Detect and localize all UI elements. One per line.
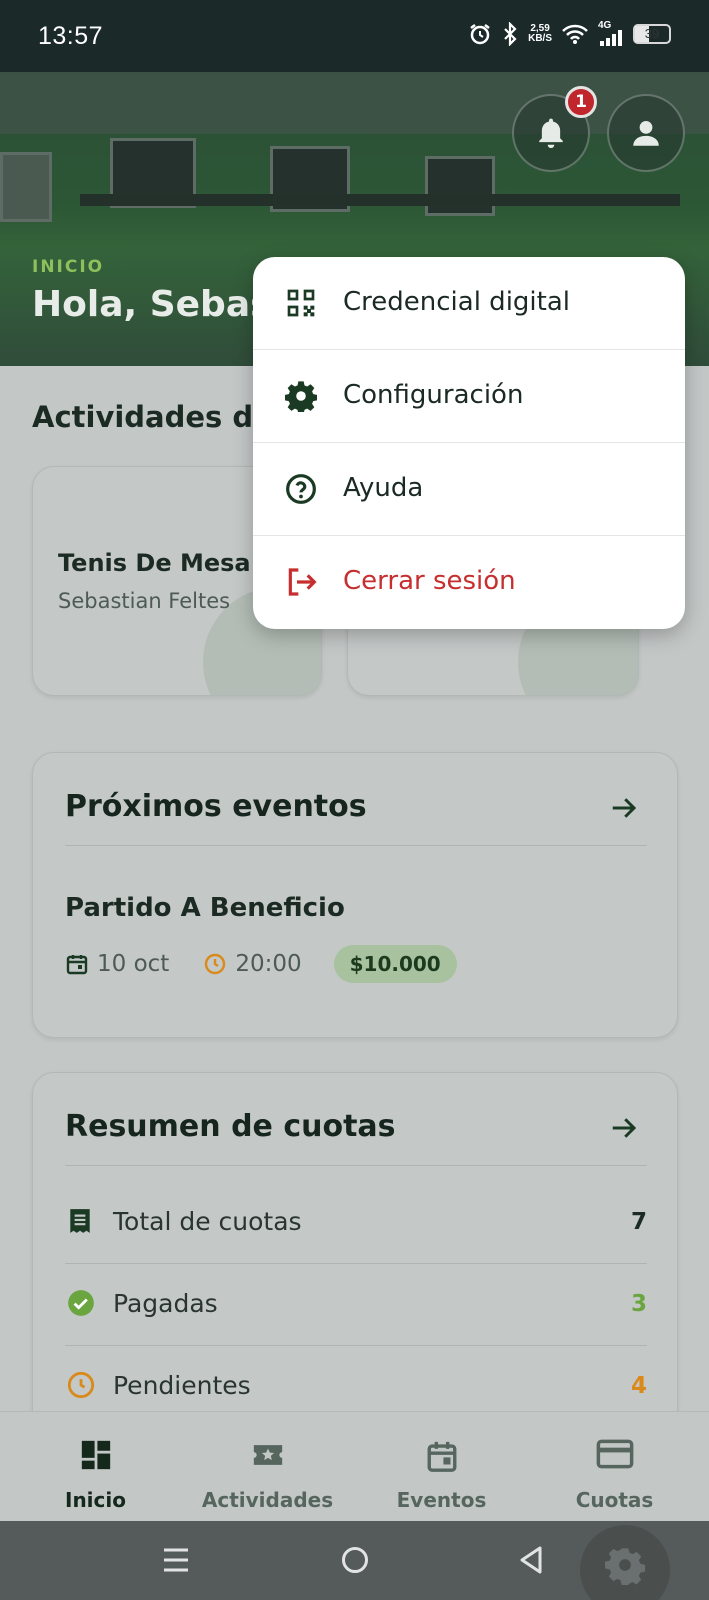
activity-name: Tenis De Mesa — [58, 549, 251, 577]
net-speed: 2,59 KB/S — [528, 23, 552, 44]
event-date: 10 oct — [97, 951, 170, 977]
nav-inicio[interactable]: Inicio — [7, 1412, 184, 1522]
signal-icon: 4G — [598, 20, 624, 46]
wifi-icon — [562, 24, 588, 44]
bluetooth-icon — [504, 22, 517, 46]
arrow-right-icon[interactable] — [609, 793, 639, 823]
events-title: Próximos eventos — [65, 789, 367, 824]
user-icon — [633, 120, 659, 146]
calendar-icon — [427, 1441, 456, 1472]
bottom-navigation: Inicio Actividades Eventos Cuotas — [0, 1411, 709, 1521]
profile-dropdown-menu: Credencial digital Configuración Ayuda C… — [253, 257, 685, 629]
logout-icon — [288, 568, 317, 596]
dashboard-icon — [81, 1440, 110, 1470]
gear-icon — [285, 381, 317, 412]
notifications-button[interactable]: 1 — [512, 86, 597, 172]
back-icon[interactable] — [518, 1545, 544, 1575]
event-name[interactable]: Partido A Beneficio — [65, 893, 345, 923]
fees-title: Resumen de cuotas — [65, 1109, 396, 1144]
status-icons: 2,59 KB/S 4G 39 — [468, 20, 671, 46]
system-navigation-bar — [0, 1521, 709, 1600]
calendar-icon — [66, 955, 88, 975]
qr-code-icon — [287, 289, 315, 317]
battery-icon: 39 — [633, 24, 671, 44]
event-meta: 10 oct 20:00 $10.000 — [65, 945, 457, 983]
menu-item-configuracion[interactable]: Configuración — [253, 350, 685, 442]
credit-card-icon — [596, 1439, 633, 1469]
receipt-icon — [70, 1209, 90, 1233]
activities-title: Actividades d — [32, 400, 254, 434]
fees-row-paid: Pagadas 3 — [33, 1263, 679, 1346]
clock: 13:57 — [38, 22, 104, 50]
alarm-icon — [470, 24, 490, 45]
menu-item-ayuda[interactable]: Ayuda — [253, 443, 685, 535]
help-circle-icon — [286, 474, 316, 504]
menu-icon[interactable] — [162, 1547, 190, 1573]
menu-item-cerrar-sesion[interactable]: Cerrar sesión — [253, 536, 685, 628]
profile-button[interactable] — [607, 94, 685, 172]
bell-icon — [539, 118, 563, 149]
event-price: $10.000 — [333, 945, 457, 983]
floating-assist-button[interactable] — [580, 1525, 670, 1600]
section-label: INICIO — [32, 257, 105, 277]
nav-eventos[interactable]: Eventos — [353, 1412, 530, 1522]
event-time: 20:00 — [235, 951, 302, 977]
activity-member: Sebastian Feltes — [58, 589, 231, 613]
menu-item-credencial[interactable]: Credencial digital — [253, 257, 685, 349]
clock-icon — [67, 1371, 95, 1399]
nav-actividades[interactable]: Actividades — [179, 1412, 356, 1522]
greeting: Hola, Sebas — [32, 284, 272, 325]
check-circle-icon — [68, 1290, 94, 1316]
clock-icon — [205, 953, 226, 975]
notification-badge: 1 — [565, 86, 597, 118]
nav-cuotas[interactable]: Cuotas — [526, 1412, 703, 1522]
arrow-right-icon[interactable] — [609, 1113, 639, 1143]
upcoming-events-card: Próximos eventos Partido A Beneficio 10 … — [32, 752, 678, 1038]
status-bar: 13:57 2,59 KB/S 4G 39 — [0, 0, 709, 72]
fees-summary-card: Resumen de cuotas Total de cuotas 7 Paga… — [32, 1072, 678, 1452]
fees-row-total: Total de cuotas 7 — [33, 1181, 679, 1264]
gear-icon — [605, 1548, 645, 1585]
home-icon[interactable] — [340, 1545, 370, 1575]
ticket-star-icon — [253, 1445, 282, 1465]
